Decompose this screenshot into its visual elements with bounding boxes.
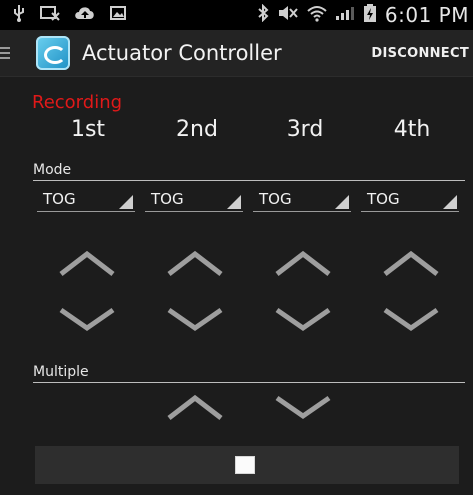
up-button-1[interactable] xyxy=(57,248,117,278)
multiple-up-button[interactable] xyxy=(165,392,225,422)
drawer-menu-icon[interactable] xyxy=(0,47,10,59)
up-button-4[interactable] xyxy=(381,248,441,278)
up-button-3[interactable] xyxy=(273,248,333,278)
mode-value: TOG xyxy=(259,190,292,208)
column-header-3: 3rd xyxy=(286,117,324,142)
chevron-up-icon xyxy=(383,250,439,276)
recording-status: Recording xyxy=(32,92,123,113)
mode-spinner-3[interactable]: TOG xyxy=(253,190,351,212)
column-header-4: 4th xyxy=(393,117,431,142)
multiple-divider xyxy=(33,382,465,383)
keyboard-icon xyxy=(40,4,60,26)
chevron-down-icon xyxy=(275,307,331,332)
app-title: Actuator Controller xyxy=(82,41,282,65)
down-button-4[interactable] xyxy=(381,304,441,334)
dropdown-triangle-icon xyxy=(443,195,457,209)
mode-spinner-2[interactable]: TOG xyxy=(145,190,243,212)
column-header-1: 1st xyxy=(70,117,106,142)
signal-icon xyxy=(335,5,355,25)
mode-divider xyxy=(33,180,465,181)
app-logo[interactable] xyxy=(36,36,70,70)
chevron-up-icon xyxy=(167,250,223,276)
chevron-up-icon xyxy=(275,250,331,276)
mode-value: TOG xyxy=(43,190,76,208)
mode-value: TOG xyxy=(367,190,400,208)
wifi-icon xyxy=(307,4,327,26)
mode-label: Mode xyxy=(33,162,72,178)
disconnect-button[interactable]: DISCONNECT xyxy=(371,46,469,61)
image-icon xyxy=(110,5,126,25)
action-bar: Actuator Controller DISCONNECT xyxy=(0,30,473,77)
chevron-up-icon xyxy=(167,394,223,420)
usb-icon xyxy=(12,4,26,26)
dropdown-triangle-icon xyxy=(335,195,349,209)
battery-charging-icon xyxy=(363,3,377,27)
down-button-3[interactable] xyxy=(273,304,333,334)
stop-icon xyxy=(235,456,255,474)
column-header-2: 2nd xyxy=(176,117,218,142)
multiple-down-button[interactable] xyxy=(273,392,333,422)
dropdown-triangle-icon xyxy=(119,195,133,209)
down-button-1[interactable] xyxy=(57,304,117,334)
chevron-down-icon xyxy=(167,307,223,332)
cloud-upload-icon xyxy=(74,4,96,26)
up-button-2[interactable] xyxy=(165,248,225,278)
chevron-up-icon xyxy=(59,250,115,276)
clock: 6:01 PM xyxy=(384,3,469,27)
chevron-down-icon xyxy=(275,395,331,420)
down-button-2[interactable] xyxy=(165,304,225,334)
status-bar: 6:01 PM xyxy=(0,0,473,30)
multiple-label: Multiple xyxy=(33,364,89,380)
chevron-down-icon xyxy=(383,307,439,332)
mode-value: TOG xyxy=(151,190,184,208)
dropdown-triangle-icon xyxy=(227,195,241,209)
chevron-down-icon xyxy=(59,307,115,332)
mode-spinner-1[interactable]: TOG xyxy=(37,190,135,212)
mute-icon xyxy=(277,5,299,25)
bluetooth-icon xyxy=(257,3,269,26)
mode-spinner-4[interactable]: TOG xyxy=(361,190,459,212)
